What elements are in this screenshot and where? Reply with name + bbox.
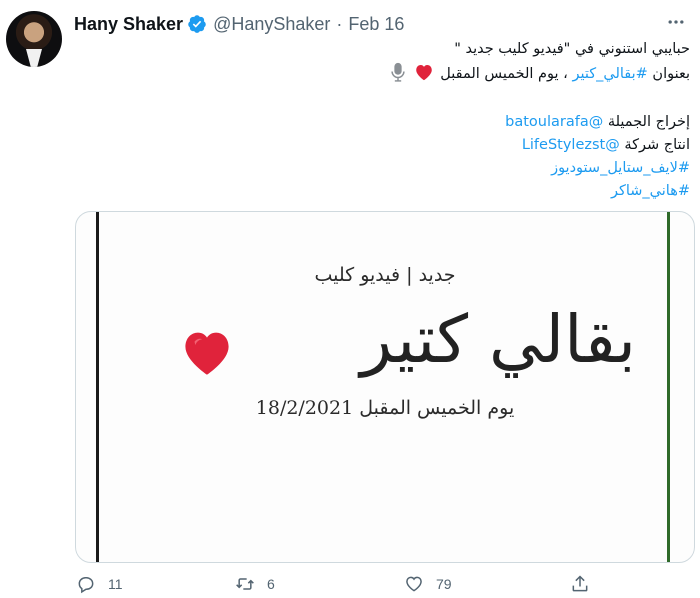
author-name[interactable]: Hany Shaker [74,14,183,35]
hashtag-link[interactable]: #بقالي_كتير [572,66,647,82]
hashtag-link[interactable]: #لايف_ستايل_ستوديوز [551,160,690,176]
reply-count: 11 [108,576,123,592]
retweet-button[interactable]: 6 [235,574,275,594]
share-icon [572,575,588,592]
microphone-icon [391,62,405,82]
mention-link[interactable]: @batoularafa [505,114,603,130]
tweet-text-line-6: #هاني_شاكر [70,180,690,202]
reply-icon [78,577,94,594]
tweet-text: إخراج الجميلة [603,114,690,130]
reply-button[interactable]: 11 [76,574,123,594]
hashtag-link[interactable]: #هاني_شاكر [611,183,690,199]
avatar-shirt [26,49,42,67]
tweet-actions: 11 6 79 [70,570,690,598]
tweet: Hany Shaker @HanyShaker · Feb 16 حبايبي … [0,0,700,598]
tweet-text: بعنوان [647,66,690,82]
tweet-text: ، يوم الخميس المقبل [440,66,568,82]
red-heart-icon [185,332,229,375]
media-title: بقالي كتير [360,301,636,378]
like-button[interactable]: 79 [404,574,452,594]
tweet-date[interactable]: Feb 16 [348,14,404,35]
tweet-text: انتاج شركة [619,137,690,153]
like-icon [406,576,422,592]
tweet-text-line-5: #لايف_ستايل_ستوديوز [70,157,690,179]
tweet-text: حبايبي استنوني في "فيديو كليب جديد " [454,41,690,57]
tweet-media-image[interactable]: جديد | فيديو كليب بقالي كتير يوم الخميس … [75,211,695,563]
retweet-count: 6 [267,576,275,592]
share-button[interactable] [570,574,590,594]
more-options-button[interactable] [660,8,692,36]
tweet-text-line-3: إخراج الجميلة @batoularafa [70,111,690,133]
tweet-text-line-1: حبايبي استنوني في "فيديو كليب جديد " [70,38,690,60]
retweet-icon [236,578,254,590]
avatar[interactable] [6,11,62,67]
more-icon [668,20,684,24]
red-heart-icon [415,65,432,81]
media-release-date: يوم الخميس المقبل 18/2/2021 [255,397,515,419]
author-handle[interactable]: @HanyShaker [213,14,330,35]
header-separator: · [336,13,343,34]
verified-badge-icon [188,15,206,33]
tweet-text-line-2: بعنوان #بقالي_كتير ، يوم الخميس المقبل [70,62,690,85]
mention-link[interactable]: @LifeStylezst [522,137,620,153]
media-subtitle: جديد | فيديو كليب [314,264,456,286]
tweet-header: Hany Shaker @HanyShaker · Feb 16 [74,12,404,36]
like-count: 79 [436,576,452,592]
tweet-text-line-4: انتاج شركة @LifeStylezst [70,134,690,156]
